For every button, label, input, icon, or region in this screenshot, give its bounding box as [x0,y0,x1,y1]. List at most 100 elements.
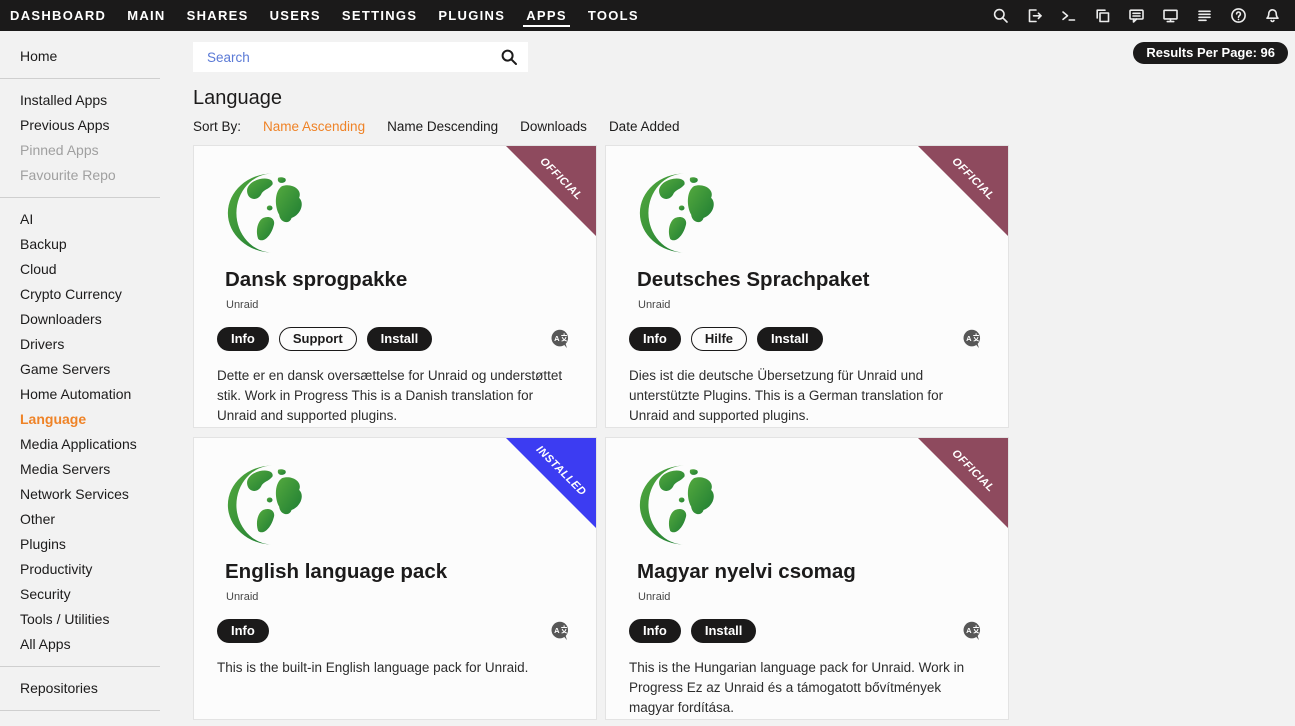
sidebar-item-downloaders[interactable]: Downloaders [0,307,185,332]
sort-by-label: Sort By: [193,119,241,134]
nav-dashboard[interactable]: DASHBOARD [9,2,107,30]
nav-users[interactable]: USERS [269,2,322,30]
sidebar-item-cloud[interactable]: Cloud [0,257,185,282]
sidebar-item-security[interactable]: Security [0,582,185,607]
search-icon[interactable] [992,7,1009,24]
nav-tools[interactable]: TOOLS [587,2,640,30]
sidebar-item-media-applications[interactable]: Media Applications [0,432,185,457]
sidebar-item-all-apps[interactable]: All Apps [0,632,185,657]
info-button[interactable]: Info [629,619,681,643]
sort-name-descending[interactable]: Name Descending [387,119,498,134]
nav-plugins[interactable]: PLUGINS [437,2,506,30]
sidebar-divider [0,78,160,79]
sidebar-divider [0,666,160,667]
sort-date-added[interactable]: Date Added [609,119,680,134]
sidebar-item-favourite-repo: Favourite Repo [0,163,185,188]
info-button[interactable]: Info [217,327,269,351]
app-card-english: INSTALLED English language pack Unraid [193,437,597,720]
sidebar-item-plugins[interactable]: Plugins [0,532,185,557]
page-title: Language [193,87,1295,110]
terminal-icon[interactable] [1060,7,1077,24]
app-card-grid: OFFICIAL Dansk sprogpakke Unr [193,145,1295,720]
app-actions: Info Install A [629,619,984,643]
app-repo[interactable]: Unraid [638,299,984,311]
feedback-icon[interactable] [1128,7,1145,24]
install-button[interactable]: Install [757,327,823,351]
sidebar-item-productivity[interactable]: Productivity [0,557,185,582]
installed-ribbon: INSTALLED [506,438,596,528]
log-icon[interactable] [1196,7,1213,24]
sort-name-ascending[interactable]: Name Ascending [263,119,365,134]
app-actions: Info Hilfe Install A [629,327,984,351]
translate-icon[interactable]: A [549,620,572,643]
help-icon[interactable] [1230,7,1247,24]
sidebar-item-game-servers[interactable]: Game Servers [0,357,185,382]
top-nav-icons [992,7,1281,24]
sidebar-item-ai[interactable]: AI [0,207,185,232]
sidebar-item-settings[interactable]: Settings [0,720,185,726]
info-button[interactable]: Info [629,327,681,351]
ribbon-label: INSTALLED [518,438,596,514]
sidebar-item-network-services[interactable]: Network Services [0,482,185,507]
ribbon-label: OFFICIAL [930,146,1008,222]
nav-apps[interactable]: APPS [525,2,568,30]
globe-app-icon[interactable] [225,171,320,255]
app-title[interactable]: English language pack [225,560,572,584]
app-card-dansk: OFFICIAL Dansk sprogpakke Unr [193,145,597,428]
app-title[interactable]: Dansk sprogpakke [225,268,572,292]
search-submit-icon[interactable] [500,48,518,66]
support-button[interactable]: Hilfe [691,327,747,351]
sidebar-item-media-servers[interactable]: Media Servers [0,457,185,482]
results-per-page-badge[interactable]: Results Per Page: 96 [1133,42,1288,64]
sidebar-item-drivers[interactable]: Drivers [0,332,185,357]
ribbon-label: OFFICIAL [930,438,1008,514]
app-description: This is the Hungarian language pack for … [629,658,984,718]
app-repo[interactable]: Unraid [226,591,572,603]
open-windows-icon[interactable] [1094,7,1111,24]
app-repo[interactable]: Unraid [226,299,572,311]
app-actions: Info A [217,619,572,643]
translate-icon[interactable]: A [961,620,984,643]
nav-settings[interactable]: SETTINGS [341,2,418,30]
sidebar-item-previous-apps[interactable]: Previous Apps [0,113,185,138]
sidebar-item-language[interactable]: Language [0,407,185,432]
official-ribbon: OFFICIAL [918,146,1008,236]
globe-app-icon[interactable] [225,463,320,547]
app-card-magyar: OFFICIAL Magyar nyelvi csomag Unraid I [605,437,1009,720]
globe-app-icon[interactable] [637,463,732,547]
sidebar-item-pinned-apps: Pinned Apps [0,138,185,163]
nav-main[interactable]: MAIN [126,2,166,30]
svg-text:A: A [554,625,560,634]
sidebar-item-home[interactable]: Home [0,44,185,69]
sidebar-item-backup[interactable]: Backup [0,232,185,257]
support-button[interactable]: Support [279,327,357,351]
translate-icon[interactable]: A [961,328,984,351]
top-nav: DASHBOARD MAIN SHARES USERS SETTINGS PLU… [0,0,1295,31]
app-description: Dette er en dansk oversættelse for Unrai… [217,366,572,426]
install-button[interactable]: Install [367,327,433,351]
nav-shares[interactable]: SHARES [186,2,250,30]
app-repo[interactable]: Unraid [638,591,984,603]
install-button[interactable]: Install [691,619,757,643]
sort-bar: Sort By: Name Ascending Name Descending … [193,119,1295,134]
sidebar-item-home-automation[interactable]: Home Automation [0,382,185,407]
sidebar-item-repositories[interactable]: Repositories [0,676,185,701]
notifications-bell-icon[interactable] [1264,7,1281,24]
sidebar-divider [0,197,160,198]
sidebar-item-other[interactable]: Other [0,507,185,532]
info-button[interactable]: Info [217,619,269,643]
sort-downloads[interactable]: Downloads [520,119,587,134]
ribbon-label: OFFICIAL [518,146,596,222]
search-input[interactable] [193,42,528,72]
search-bar [193,42,528,72]
globe-app-icon[interactable] [637,171,732,255]
logout-icon[interactable] [1026,7,1043,24]
sidebar-item-installed-apps[interactable]: Installed Apps [0,88,185,113]
sidebar-item-crypto-currency[interactable]: Crypto Currency [0,282,185,307]
sidebar-item-tools-utilities[interactable]: Tools / Utilities [0,607,185,632]
remote-monitor-icon[interactable] [1162,7,1179,24]
translate-icon[interactable]: A [549,328,572,351]
app-actions: Info Support Install A [217,327,572,351]
app-title[interactable]: Magyar nyelvi csomag [637,560,984,584]
app-title[interactable]: Deutsches Sprachpaket [637,268,984,292]
